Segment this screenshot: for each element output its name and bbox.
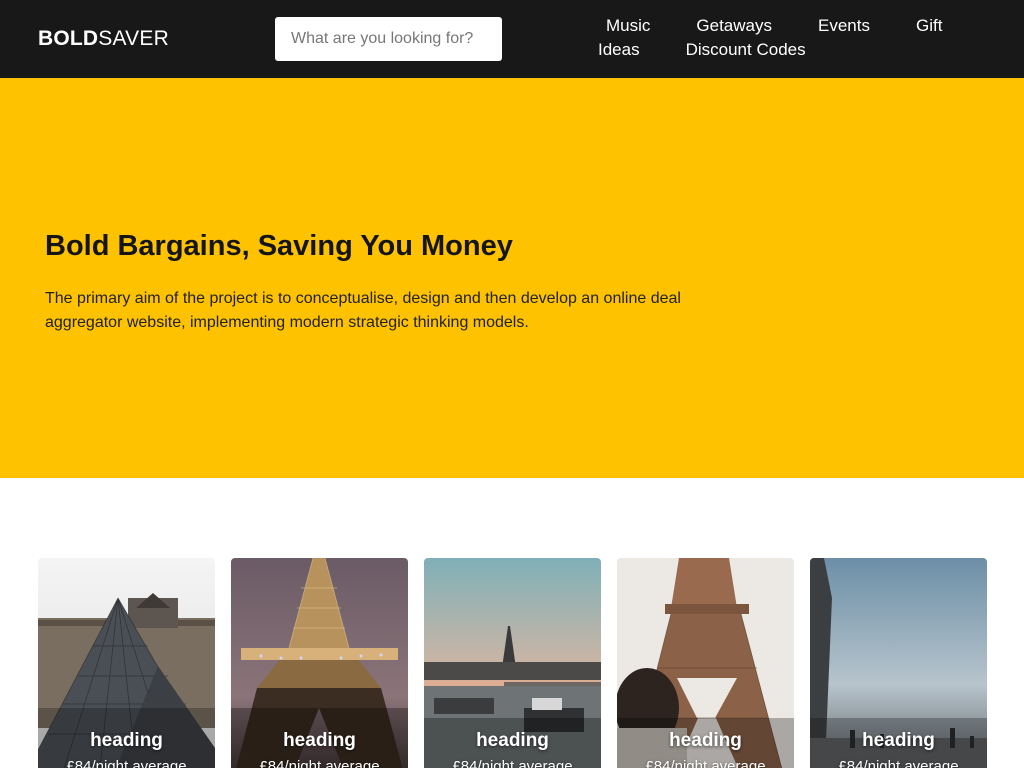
main-nav: Music Getaways Events Gift Ideas Discount Co…	[590, 14, 942, 62]
deal-card[interactable]: heading £84/night average	[617, 558, 794, 768]
card-price: £84/night average	[838, 758, 959, 768]
logo-light: SAVER	[98, 27, 169, 50]
hero-banner: Bold Bargains, Saving You Money The prim…	[0, 78, 1024, 478]
nav-discount-codes[interactable]: Discount Codes	[686, 40, 806, 59]
nav-getaways[interactable]: Getaways	[696, 16, 772, 35]
deal-cards: heading £84/night average heading £84/ni…	[38, 558, 998, 768]
card-price: £84/night average	[259, 758, 380, 768]
nav-music[interactable]: Music	[606, 16, 650, 35]
nav-events[interactable]: Events	[818, 16, 870, 35]
card-heading: heading	[862, 730, 935, 751]
deal-card[interactable]: heading £84/night average	[38, 558, 215, 768]
nav-gift-ideas-line2[interactable]: Ideas	[598, 40, 640, 59]
hero-title: Bold Bargains, Saving You Money	[45, 230, 513, 262]
hero-description: The primary aim of the project is to con…	[45, 290, 681, 331]
logo-bold: BOLD	[38, 27, 99, 50]
deal-card[interactable]: heading £84/night average	[231, 558, 408, 768]
card-heading: heading	[669, 730, 742, 751]
card-price: £84/night average	[452, 758, 573, 768]
card-heading: heading	[283, 730, 356, 751]
card-heading: heading	[90, 730, 163, 751]
deal-card[interactable]: heading £84/night average	[810, 558, 987, 768]
search-input[interactable]	[275, 17, 502, 61]
deal-card[interactable]: heading £84/night average	[424, 558, 601, 768]
site-logo[interactable]: BOLDSAVER	[38, 27, 169, 51]
site-header: BOLDSAVER Music Getaways Events Gift Ideas D…	[0, 0, 1024, 78]
nav-gift-ideas-line1[interactable]: Gift	[916, 16, 942, 35]
card-heading: heading	[476, 730, 549, 751]
card-price: £84/night average	[645, 758, 766, 768]
card-price: £84/night average	[66, 758, 187, 768]
